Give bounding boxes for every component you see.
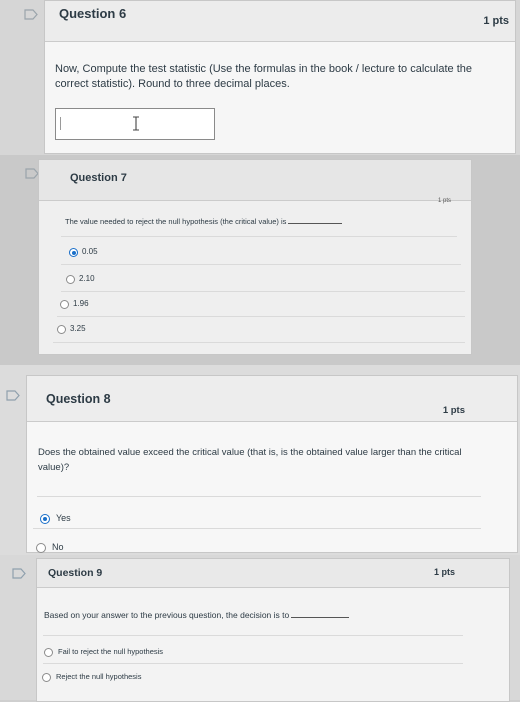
- question-header: Question 7 1 pts: [39, 160, 471, 204]
- flag-icon[interactable]: [12, 568, 26, 579]
- option-label[interactable]: Yes: [56, 513, 71, 523]
- divider: [57, 316, 465, 317]
- divider: [61, 236, 457, 237]
- screenshot-q6: Question 6 1 pts Now, Compute the test s…: [0, 0, 520, 155]
- divider: [61, 291, 465, 292]
- option-label[interactable]: 1.96: [73, 299, 89, 308]
- option-radio[interactable]: [40, 514, 50, 524]
- screenshot-q7: Question 7 1 pts The value needed to rej…: [0, 155, 520, 365]
- option-radio[interactable]: [66, 275, 75, 284]
- option-label[interactable]: Reject the null hypothesis: [56, 672, 141, 681]
- option-radio[interactable]: [60, 300, 69, 309]
- question-text: Does the obtained value exceed the criti…: [38, 447, 462, 473]
- option-label[interactable]: No: [52, 542, 64, 552]
- divider: [43, 635, 463, 636]
- answer-input[interactable]: [55, 108, 215, 140]
- question-text-content: Based on your answer to the previous que…: [44, 610, 290, 620]
- flag-icon[interactable]: [24, 9, 38, 20]
- question-title: Question 6: [59, 6, 127, 21]
- question-points: 1 pts: [483, 15, 509, 27]
- question-header: Question 9 1 pts: [37, 559, 509, 588]
- option-radio[interactable]: [36, 543, 46, 553]
- divider: [33, 528, 481, 529]
- question-header: Question 6 1 pts: [45, 1, 515, 42]
- option-radio[interactable]: [42, 673, 51, 682]
- screenshot-q8: Question 8 1 pts Does the obtained value…: [0, 365, 520, 555]
- answer-blank: [291, 609, 350, 618]
- question-title: Question 7: [70, 172, 127, 184]
- question-card-6: Question 6 1 pts Now, Compute the test s…: [44, 0, 516, 154]
- flag-icon[interactable]: [6, 390, 20, 401]
- question-text: Now, Compute the test statistic (Use the…: [55, 63, 472, 90]
- option-radio[interactable]: [44, 648, 53, 657]
- question-points: 1 pts: [442, 405, 465, 416]
- divider: [61, 264, 461, 265]
- question-card-7: Question 7 1 pts The value needed to rej…: [38, 159, 472, 355]
- question-card-9: Question 9 1 pts Based on your answer to…: [36, 558, 510, 702]
- screenshot-q9: Question 9 1 pts Based on your answer to…: [0, 555, 520, 702]
- question-card-8: Question 8 1 pts Does the obtained value…: [26, 375, 518, 553]
- question-points: 1 pts: [437, 198, 451, 204]
- i-beam-cursor-icon: [133, 116, 139, 131]
- question-title: Question 9: [48, 567, 103, 579]
- question-points: 1 pts: [433, 567, 455, 577]
- question-text: The value needed to reject the null hypo…: [65, 215, 465, 227]
- divider: [53, 342, 465, 343]
- text-cursor: [60, 117, 61, 130]
- option-radio[interactable]: [69, 248, 78, 257]
- divider: [43, 663, 463, 664]
- answer-blank: [288, 215, 343, 224]
- option-label[interactable]: Fail to reject the null hypothesis: [58, 647, 163, 656]
- divider: [37, 496, 481, 497]
- option-label[interactable]: 2.10: [79, 274, 95, 283]
- question-text: Based on your answer to the previous que…: [44, 609, 474, 621]
- flag-icon[interactable]: [25, 168, 39, 179]
- option-radio[interactable]: [57, 325, 66, 334]
- option-label[interactable]: 0.05: [82, 247, 98, 256]
- option-label[interactable]: 3.25: [70, 324, 86, 333]
- question-header: Question 8 1 pts: [27, 376, 517, 422]
- question-title: Question 8: [46, 392, 111, 406]
- question-text-content: The value needed to reject the null hypo…: [65, 217, 287, 226]
